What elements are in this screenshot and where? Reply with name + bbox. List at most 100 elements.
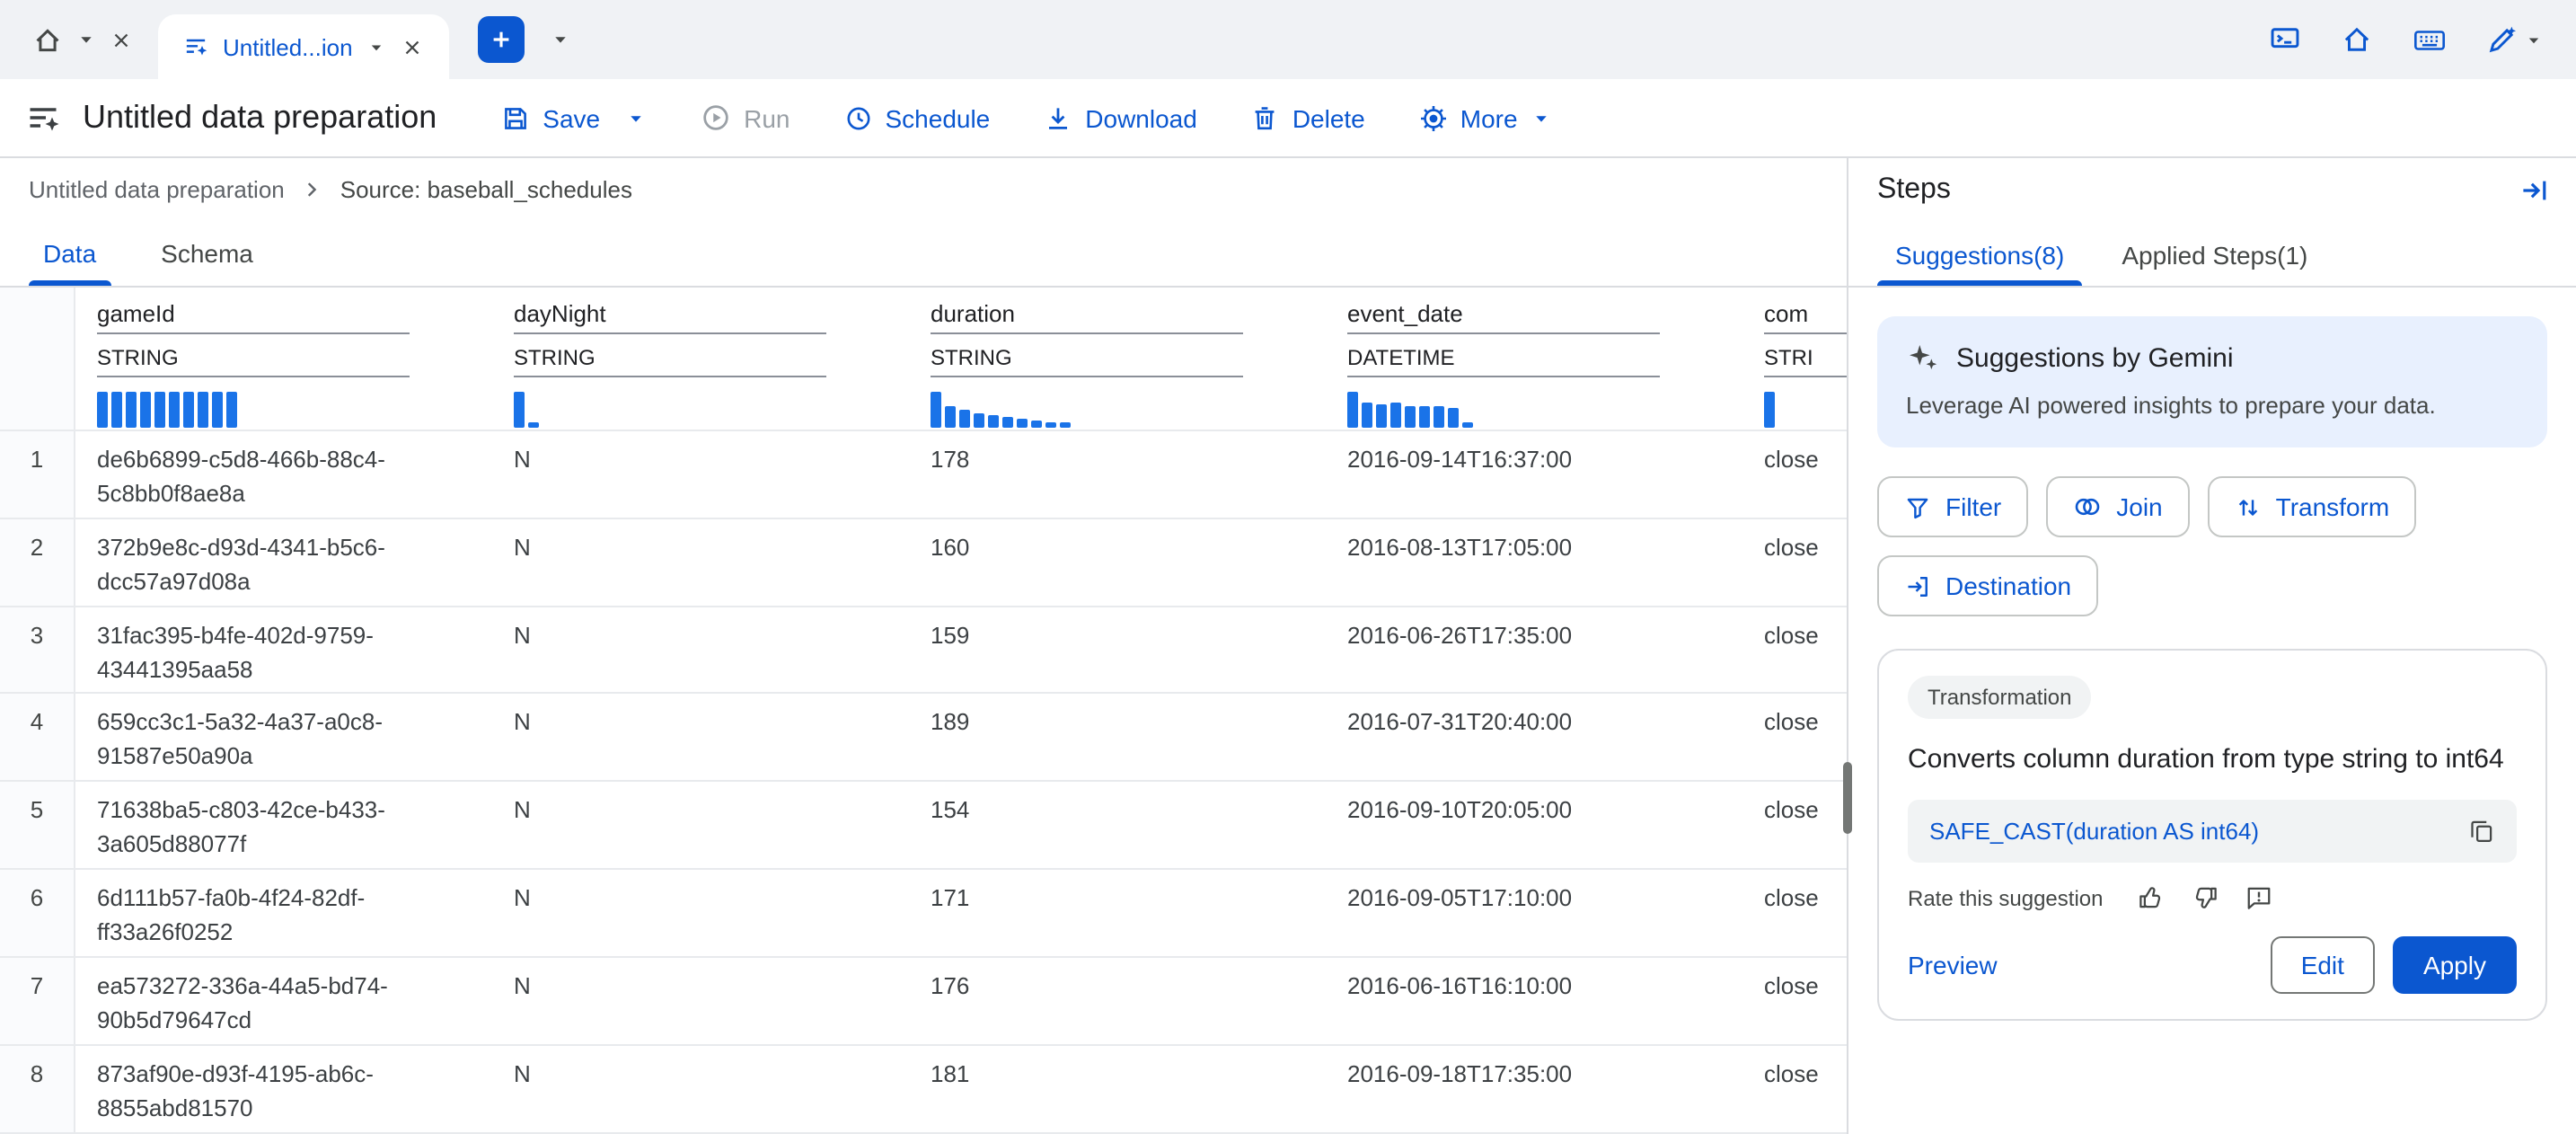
cell-event-date[interactable]: 2016-08-13T17:05:00	[1326, 518, 1742, 605]
column-name[interactable]: event_date	[1347, 300, 1660, 334]
cell-com[interactable]: close	[1742, 783, 1847, 869]
column-type[interactable]: DATETIME	[1347, 345, 1660, 377]
column-type[interactable]: STRING	[931, 345, 1243, 377]
cell-gameid[interactable]: 372b9e8c-d93d-4341-b5c6-dcc57a97d08a	[75, 518, 492, 605]
close-tab-icon[interactable]	[401, 35, 425, 58]
tab-data[interactable]: Data	[11, 223, 128, 286]
cell-com[interactable]: close	[1742, 518, 1847, 605]
plus-icon	[490, 27, 515, 52]
cell-duration[interactable]: 178	[909, 430, 1326, 517]
run-button[interactable]: Run	[701, 102, 790, 133]
cell-gameid[interactable]: 6d111b57-fa0b-4f24-82df-ff33a26f0252	[75, 871, 492, 957]
join-button[interactable]: Join	[2046, 476, 2189, 537]
panel-resize-handle[interactable]	[1843, 762, 1852, 834]
cell-event-date[interactable]: 2016-09-05T17:10:00	[1326, 871, 1742, 957]
cell-gameid[interactable]: 873af90e-d93f-4195-ab6c-8855abd81570	[75, 1046, 492, 1132]
save-icon	[501, 103, 530, 132]
more-button[interactable]: More	[1419, 103, 1552, 132]
cell-duration[interactable]: 176	[909, 958, 1326, 1044]
tab-label: Untitled...ion	[223, 33, 353, 60]
save-button[interactable]: Save	[501, 103, 600, 132]
breadcrumb-source[interactable]: Source: baseball_schedules	[340, 177, 632, 204]
column-type[interactable]: STRING	[97, 345, 410, 377]
cell-com[interactable]: close	[1742, 695, 1847, 781]
home-button[interactable]	[2341, 23, 2373, 56]
tab-applied-steps[interactable]: Applied Steps(1)	[2093, 223, 2336, 286]
chevron-down-icon[interactable]	[75, 29, 97, 50]
schedule-button[interactable]: Schedule	[844, 103, 991, 132]
cell-event-date[interactable]: 2016-07-31T20:40:00	[1326, 695, 1742, 781]
suggestion-sql-link[interactable]: SAFE_CAST(duration AS int64)	[1929, 818, 2259, 845]
cell-com[interactable]: close	[1742, 1046, 1847, 1132]
cell-daynight[interactable]: N	[492, 958, 909, 1044]
cell-duration[interactable]: 154	[909, 783, 1326, 869]
thumbs-down-button[interactable]	[2191, 884, 2218, 911]
delete-button[interactable]: Delete	[1251, 103, 1365, 132]
cell-daynight[interactable]: N	[492, 607, 909, 693]
cell-duration[interactable]: 160	[909, 518, 1326, 605]
cell-event-date[interactable]: 2016-06-16T16:10:00	[1326, 958, 1742, 1044]
cell-daynight[interactable]: N	[492, 783, 909, 869]
cell-com[interactable]: close	[1742, 607, 1847, 693]
gemini-pen-spark-button[interactable]	[2486, 23, 2544, 56]
column-name[interactable]: com	[1764, 300, 1847, 334]
cell-duration[interactable]: 181	[909, 1046, 1326, 1132]
cell-daynight[interactable]: N	[492, 871, 909, 957]
add-tab-button[interactable]	[479, 16, 525, 63]
table-row: 8 873af90e-d93f-4195-ab6c-8855abd81570 N…	[0, 1046, 1847, 1134]
download-button[interactable]: Download	[1044, 103, 1197, 132]
keyboard-shortcuts-button[interactable]	[2413, 22, 2447, 57]
tab-untitled-data-preparation[interactable]: Untitled...ion	[158, 14, 450, 79]
cell-daynight[interactable]: N	[492, 430, 909, 517]
edit-button[interactable]: Edit	[2271, 936, 2375, 994]
cell-daynight[interactable]: N	[492, 1046, 909, 1132]
thumbs-up-button[interactable]	[2137, 884, 2164, 911]
cell-event-date[interactable]: 2016-06-26T17:35:00	[1326, 607, 1742, 693]
column-type[interactable]: STRI	[1764, 345, 1847, 377]
cell-com[interactable]: close	[1742, 871, 1847, 957]
column-name[interactable]: duration	[931, 300, 1243, 334]
cell-com[interactable]: close	[1742, 430, 1847, 517]
cell-duration[interactable]: 171	[909, 871, 1326, 957]
transform-button[interactable]: Transform	[2208, 476, 2417, 537]
column-name[interactable]: gameId	[97, 300, 410, 334]
feedback-button[interactable]	[2245, 884, 2272, 911]
tab-suggestions[interactable]: Suggestions(8)	[1866, 223, 2093, 286]
page-title[interactable]: Untitled data preparation	[83, 99, 437, 137]
cloud-shell-button[interactable]	[2269, 23, 2301, 56]
apply-button[interactable]: Apply	[2393, 936, 2517, 994]
destination-button[interactable]: Destination	[1877, 555, 2098, 616]
preview-button[interactable]: Preview	[1908, 951, 1998, 979]
tab-list-dropdown[interactable]	[551, 29, 572, 50]
cell-gameid[interactable]: 31fac395-b4fe-402d-9759-43441395aa58	[75, 607, 492, 693]
cell-gameid[interactable]: 71638ba5-c803-42ce-b433-3a605d88077f	[75, 783, 492, 869]
column-type[interactable]: STRING	[514, 345, 826, 377]
save-dropdown-button[interactable]	[625, 107, 647, 128]
cell-gameid[interactable]: 659cc3c1-5a32-4a37-a0c8-91587e50a90a	[75, 695, 492, 781]
home-icon	[2341, 23, 2373, 56]
cell-event-date[interactable]: 2016-09-18T17:35:00	[1326, 1046, 1742, 1132]
steps-panel-header: Steps	[1848, 158, 2576, 223]
cell-event-date[interactable]: 2016-09-10T20:05:00	[1326, 783, 1742, 869]
clock-icon	[844, 103, 873, 132]
cell-daynight[interactable]: N	[492, 695, 909, 781]
filter-button[interactable]: Filter	[1877, 476, 2028, 537]
home-tab[interactable]	[18, 24, 147, 55]
cell-daynight[interactable]: N	[492, 518, 909, 605]
chevron-down-icon[interactable]	[367, 37, 387, 57]
cell-event-date[interactable]: 2016-09-14T16:37:00	[1326, 430, 1742, 517]
breadcrumb-root[interactable]: Untitled data preparation	[29, 177, 285, 204]
close-icon[interactable]	[110, 28, 133, 51]
copy-button[interactable]	[2468, 818, 2495, 845]
cell-com[interactable]: close	[1742, 958, 1847, 1044]
home-icon[interactable]	[32, 24, 63, 55]
tab-schema[interactable]: Schema	[128, 223, 286, 286]
row-number: 8	[0, 1046, 75, 1132]
cell-duration[interactable]: 189	[909, 695, 1326, 781]
chevron-down-icon	[551, 29, 572, 50]
cell-duration[interactable]: 159	[909, 607, 1326, 693]
column-name[interactable]: dayNight	[514, 300, 826, 334]
collapse-panel-button[interactable]	[2519, 174, 2551, 207]
cell-gameid[interactable]: ea573272-336a-44a5-bd74-90b5d79647cd	[75, 958, 492, 1044]
cell-gameid[interactable]: de6b6899-c5d8-466b-88c4-5c8bb0f8ae8a	[75, 430, 492, 517]
